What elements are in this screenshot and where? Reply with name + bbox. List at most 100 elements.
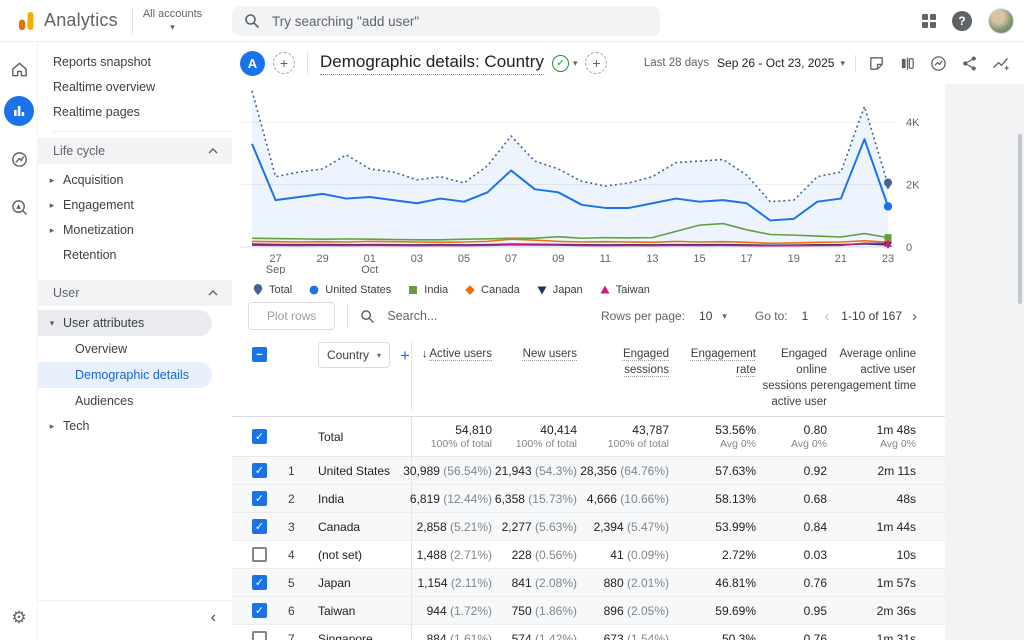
nav-section-life-cycle[interactable]: Life cycle [38, 138, 232, 164]
row-checkbox[interactable]: ✓ [252, 463, 267, 478]
select-all-checkbox[interactable]: − [252, 347, 267, 362]
total-row-checkbox[interactable]: ✓ [252, 429, 267, 444]
add-filter-button[interactable]: + [585, 52, 607, 74]
cell-new-users: 2,277 (5.63%) [502, 520, 577, 534]
cell-engagement-time: 1m 44s [877, 520, 916, 534]
col-engagement-rate[interactable]: Engagement rate [669, 342, 756, 378]
legend-item-taiwan[interactable]: Taiwan [599, 284, 650, 296]
x-axis-label: 07 [505, 253, 517, 265]
report-card: 4K2K027Sep2901Oct0305070911131517192123 … [232, 84, 945, 640]
divider [307, 52, 308, 74]
scrollbar-thumb[interactable] [1018, 134, 1022, 304]
collapse-sidebar-icon[interactable]: ‹ [211, 609, 216, 627]
row-checkbox[interactable]: ✓ [252, 519, 267, 534]
account-switcher[interactable]: All accounts ▾ [143, 8, 202, 33]
row-country: Canada [318, 520, 360, 534]
dimension-select[interactable]: Country▾ [318, 342, 390, 368]
cell-active-users: 30,989 (56.54%) [403, 464, 492, 478]
nav-tech[interactable]: ▸Tech [38, 414, 232, 439]
row-checkbox[interactable] [252, 631, 267, 640]
x-axis-label: 19 [788, 253, 800, 265]
col-new-users[interactable]: New users [492, 342, 577, 362]
search-input[interactable] [270, 13, 648, 30]
col-engaged-sessions[interactable]: Engaged sessions [577, 342, 669, 378]
x-axis-label: 29 [317, 253, 329, 265]
rows-per-page-label: Rows per page: [601, 309, 685, 323]
row-number: 7 [288, 632, 295, 640]
date-range-picker[interactable]: Sep 26 - Oct 23, 2025 [717, 56, 834, 70]
diamond-marker-icon [464, 284, 476, 296]
table-search[interactable] [360, 308, 495, 324]
chevron-down-icon[interactable]: ▾ [722, 311, 727, 322]
home-icon[interactable] [0, 52, 38, 86]
row-country: Japan [318, 576, 351, 590]
app-title: Analytics [44, 10, 118, 31]
legend-item-united-states[interactable]: United States [308, 284, 391, 296]
nav-realtime-overview[interactable]: Realtime overview [38, 75, 232, 100]
insights-icon[interactable] [930, 55, 947, 72]
nav-footer: ‹ [38, 600, 232, 640]
user-avatar[interactable] [988, 8, 1014, 34]
nav-retention[interactable]: Retention [38, 243, 232, 268]
nav-overview[interactable]: Overview [38, 336, 212, 362]
cell-engaged-sessions: 880 (2.01%) [604, 576, 669, 590]
report-avatar[interactable]: A [240, 51, 265, 76]
row-number: 5 [288, 576, 295, 590]
help-icon[interactable]: ? [952, 11, 972, 31]
add-comparison-button[interactable]: + [273, 52, 295, 74]
x-axis-label: 13 [646, 253, 658, 265]
next-page-icon[interactable]: › [912, 308, 917, 325]
chevron-down-icon[interactable]: ▾ [573, 58, 578, 69]
legend-item-india[interactable]: India [407, 284, 448, 296]
goto-page-input[interactable]: 1 [802, 309, 809, 323]
row-checkbox[interactable]: ✓ [252, 491, 267, 506]
nav-monetization[interactable]: ▸Monetization [38, 218, 232, 243]
nav-audiences[interactable]: Audiences [38, 388, 212, 414]
global-search[interactable] [232, 6, 660, 36]
nav-realtime-pages[interactable]: Realtime pages [38, 100, 232, 125]
page-title: Demographic details: Country [320, 52, 544, 75]
add-dimension-button[interactable]: + [400, 347, 410, 364]
rows-per-page-select[interactable]: 10 [699, 309, 712, 323]
explore-icon[interactable] [0, 190, 38, 224]
expand-arrow-icon: ▸ [46, 414, 58, 439]
table-total-row: ✓ Total 54,810100% of total 40,414100% o… [232, 417, 945, 457]
col-active-users[interactable]: ↓Active users [411, 342, 492, 410]
row-checkbox[interactable] [252, 547, 267, 562]
share-icon[interactable] [961, 55, 978, 72]
nav-demographic-details[interactable]: Demographic details [38, 362, 212, 388]
compare-icon[interactable] [899, 55, 916, 72]
nav-user-attributes[interactable]: ▾User attributes [38, 310, 212, 336]
chart-section: 4K2K027Sep2901Oct0305070911131517192123 … [232, 84, 945, 298]
legend-item-total[interactable]: Total [252, 283, 292, 296]
date-range-label: Last 28 days [644, 57, 709, 69]
cell-new-users: 750 (1.86%) [512, 604, 577, 618]
admin-gear-icon[interactable]: ⚙ [0, 608, 38, 628]
prev-page-icon[interactable]: ‹ [824, 308, 829, 325]
nav-section-user[interactable]: User [38, 280, 232, 306]
notes-icon[interactable] [868, 55, 885, 72]
saved-check-icon[interactable]: ✓ [552, 55, 569, 72]
nav-engagement[interactable]: ▸Engagement [38, 193, 232, 218]
cell-sessions-per-user: 0.68 [804, 492, 827, 506]
nav-reports-snapshot[interactable]: Reports snapshot [38, 50, 232, 75]
diagnostics-grid-icon[interactable] [922, 14, 936, 28]
table-body: ✓ 1 United States 30,989 (56.54%) 21,943… [232, 457, 945, 640]
cell-engaged-sessions: 673 (1.54%) [604, 632, 669, 640]
advertising-icon[interactable] [0, 142, 38, 176]
cell-sessions-per-user: 0.95 [804, 604, 827, 618]
insights-sparkle-icon[interactable] [992, 55, 1010, 72]
cell-engagement-time: 48s [897, 492, 916, 506]
plot-rows-button[interactable]: Plot rows [248, 302, 335, 330]
legend-item-canada[interactable]: Canada [464, 284, 520, 296]
row-checkbox[interactable]: ✓ [252, 603, 267, 618]
table-row: ✓ 3 Canada 2,858 (5.21%) 2,277 (5.63%) 2… [232, 513, 945, 541]
col-avg-engagement-time[interactable]: Average online active user engagement ti… [827, 342, 916, 394]
table-search-input[interactable] [385, 308, 495, 324]
reports-icon[interactable] [0, 94, 38, 128]
legend-item-japan[interactable]: Japan [536, 284, 583, 296]
col-engaged-sessions-per-user[interactable]: Engaged online sessions per active user [756, 342, 827, 410]
row-checkbox[interactable]: ✓ [252, 575, 267, 590]
x-axis-label: 21 [835, 253, 847, 265]
nav-acquisition[interactable]: ▸Acquisition [38, 168, 232, 193]
